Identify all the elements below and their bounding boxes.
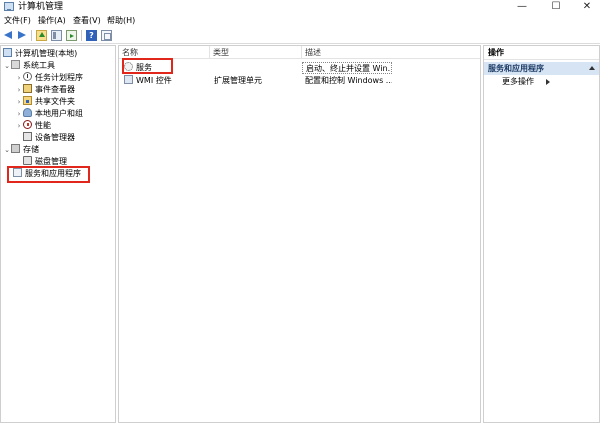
menu-file[interactable]: 文件(F): [4, 14, 31, 27]
close-button[interactable]: ✕: [574, 0, 600, 14]
wmi-control-icon: [124, 75, 133, 84]
window-title: 计算机管理: [18, 2, 64, 12]
forward-arrow-icon[interactable]: [16, 30, 27, 41]
highlight-box: [7, 166, 90, 183]
properties-icon[interactable]: [101, 30, 112, 41]
tree-item-system-tools[interactable]: ⌄ 系统工具: [3, 60, 55, 72]
tree-item-storage[interactable]: ⌄ 存储: [3, 144, 39, 156]
collapse-icon[interactable]: [589, 66, 595, 70]
users-icon: [23, 108, 32, 117]
tools-icon: [11, 60, 20, 69]
chevron-down-icon[interactable]: ⌄: [3, 60, 11, 72]
chevron-right-icon[interactable]: ›: [15, 96, 23, 108]
tree-item-device-manager[interactable]: 设备管理器: [23, 132, 75, 144]
export-list-icon[interactable]: [66, 30, 77, 41]
chevron-down-icon[interactable]: ⌄: [3, 144, 11, 156]
actions-header: 操作: [484, 46, 599, 60]
tree-item-task-scheduler[interactable]: › 任务计划程序: [15, 72, 83, 84]
shared-folder-icon: [23, 96, 32, 105]
tree-item-shared-folders[interactable]: › 共享文件夹: [15, 96, 75, 108]
title-bar: 计算机管理 — ☐ ✕: [0, 0, 600, 14]
list-item-services[interactable]: 服务 启动、终止并设置 Win...: [119, 62, 480, 74]
actions-section-services-apps[interactable]: 服务和应用程序: [484, 62, 599, 75]
chevron-right-icon[interactable]: ›: [15, 120, 23, 132]
chevron-right-icon[interactable]: ›: [15, 84, 23, 96]
device-manager-icon: [23, 132, 32, 141]
list-header: 名称 类型 描述: [119, 46, 480, 59]
highlight-box: [122, 58, 173, 74]
chevron-right-icon[interactable]: ›: [15, 108, 23, 120]
menu-view[interactable]: 查看(V): [73, 14, 101, 27]
list-item-wmi[interactable]: WMI 控件 扩展管理单元 配置和控制 Windows ...: [119, 75, 480, 87]
toolbar: ?: [0, 27, 600, 44]
computer-icon: [3, 48, 12, 57]
event-viewer-icon: [23, 84, 32, 93]
chevron-right-icon: [546, 79, 550, 85]
performance-icon: [23, 120, 32, 129]
chevron-right-icon[interactable]: ›: [15, 72, 23, 84]
disk-icon: [23, 156, 32, 165]
back-arrow-icon[interactable]: [3, 30, 14, 41]
column-header-description[interactable]: 描述: [301, 46, 480, 59]
tree-item-performance[interactable]: › 性能: [15, 120, 51, 132]
storage-icon: [11, 144, 20, 153]
list-view: 名称 类型 描述 服务 启动、终止并设置 Win... WMI 控件 扩展管理单…: [118, 45, 481, 423]
toolbar-separator: [81, 30, 82, 41]
help-icon[interactable]: ?: [86, 30, 97, 41]
tree-item-event-viewer[interactable]: › 事件查看器: [15, 84, 75, 96]
menu-action[interactable]: 操作(A): [38, 14, 66, 27]
maximize-button[interactable]: ☐: [543, 0, 569, 14]
more-actions-item[interactable]: 更多操作: [502, 76, 550, 88]
menu-help[interactable]: 帮助(H): [107, 14, 135, 27]
computer-management-icon: [4, 2, 14, 11]
up-folder-icon[interactable]: [36, 30, 47, 41]
tree-item-local-users[interactable]: › 本地用户和组: [15, 108, 83, 120]
toolbar-separator: [31, 30, 32, 41]
console-tree: 计算机管理(本地) ⌄ 系统工具 › 任务计划程序 › 事件查看器 › 共享文件夹 › 本…: [0, 45, 116, 423]
minimize-button[interactable]: —: [509, 0, 535, 14]
actions-pane: 操作 服务和应用程序 更多操作: [483, 45, 600, 423]
clock-icon: [23, 72, 32, 81]
column-header-type[interactable]: 类型: [209, 46, 301, 59]
tree-item-root[interactable]: 计算机管理(本地): [3, 48, 77, 60]
menu-bar: 文件(F) 操作(A) 查看(V) 帮助(H): [0, 14, 600, 27]
show-hide-tree-icon[interactable]: [51, 30, 62, 41]
